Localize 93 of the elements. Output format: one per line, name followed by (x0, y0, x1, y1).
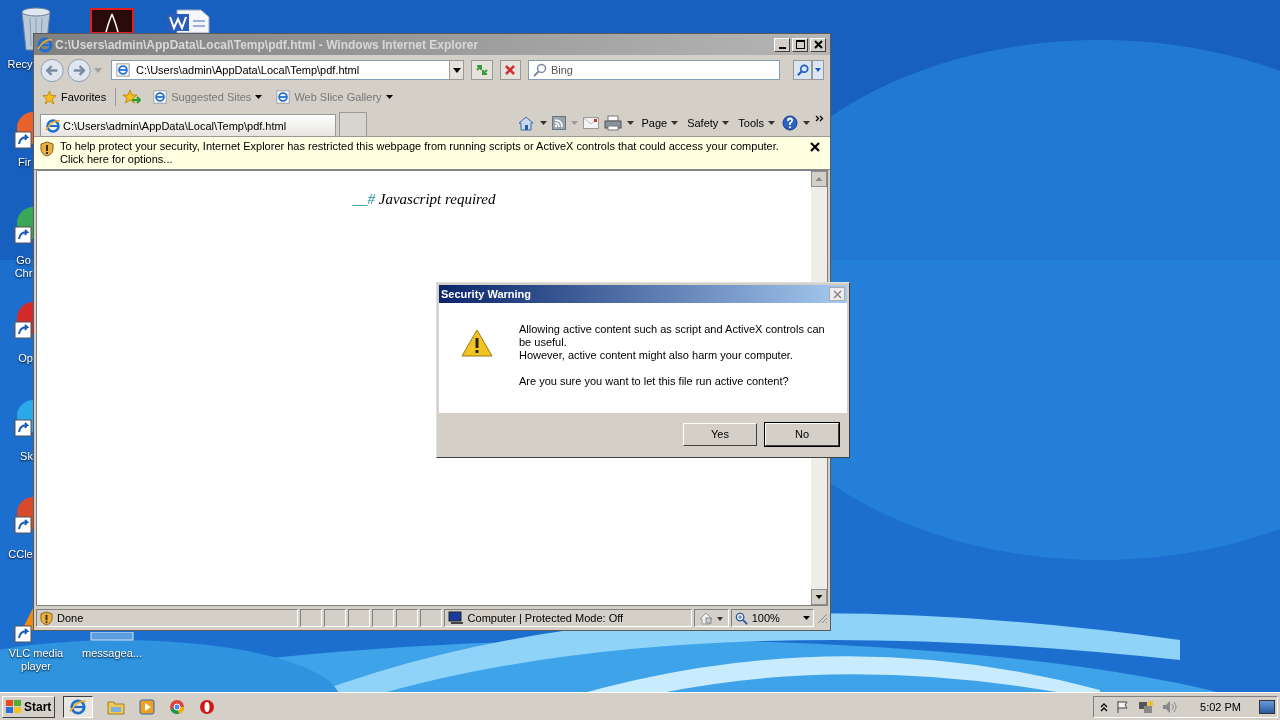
desktop-icon-label[interactable]: Fir (16, 156, 33, 169)
forward-button[interactable] (67, 57, 92, 83)
stop-icon (504, 64, 517, 76)
dialog-message: However, active content might also harm your computer. (519, 349, 794, 362)
caret-icon (768, 120, 775, 125)
word-document-icon[interactable] (165, 8, 211, 33)
search-button[interactable] (792, 60, 813, 80)
dialog-question: Are you sure you want to let this file run active content? (519, 375, 790, 388)
favorites-button[interactable]: Favorites (40, 89, 109, 105)
network-icon[interactable] (1138, 699, 1155, 714)
zoom-button[interactable]: 100% (730, 609, 815, 627)
status-pane (371, 609, 394, 627)
resize-grip-icon[interactable] (816, 612, 829, 624)
minimize-icon (778, 46, 786, 49)
close-icon[interactable] (810, 142, 820, 152)
desktop-icon-label[interactable]: Sk (20, 450, 33, 463)
refresh-button[interactable] (471, 60, 493, 80)
stop-button[interactable] (499, 60, 521, 80)
information-message: To help protect your security, Internet Explorer has restricted this webpage from running scripts or ActiveX controls that could access your computer. Click here for options... (60, 140, 780, 166)
desktop-icon-label[interactable]: Op (18, 352, 33, 365)
warning-icon (461, 329, 493, 357)
desktop-icon-label[interactable]: Recy (7, 58, 33, 71)
caret-icon (803, 616, 811, 620)
caret-icon (722, 120, 730, 125)
house-lock-icon[interactable] (697, 611, 724, 625)
caret-icon[interactable] (627, 120, 635, 125)
desktop-icon-label[interactable]: CCle (8, 548, 33, 561)
close-icon (813, 40, 823, 49)
maximize-icon (795, 40, 805, 49)
star-icon (42, 89, 57, 105)
flag-icon[interactable] (1116, 699, 1131, 714)
status-text: Done (57, 612, 84, 624)
computer-icon (447, 611, 464, 625)
heading-marker: __# (352, 191, 375, 207)
chevron-icon[interactable] (815, 114, 824, 122)
page-message: Javascript required (378, 191, 496, 207)
dialog-button[interactable]: No (765, 422, 839, 446)
search-icon (532, 63, 547, 77)
search-field[interactable]: Bing (527, 60, 780, 80)
back-button[interactable] (40, 57, 65, 83)
window-title: C:\Users\admin\AppData\Local\Temp\pdf.html - Windows Internet Explorer (55, 37, 480, 52)
browser-icon (69, 697, 88, 716)
document-icon[interactable] (90, 8, 134, 33)
clock[interactable]: 5:02 PM (1200, 700, 1241, 713)
command-menu[interactable]: Tools (736, 116, 777, 129)
chrome-icon[interactable] (169, 698, 186, 715)
caret-icon (815, 68, 822, 72)
show-desktop-button[interactable] (1259, 699, 1275, 714)
caret-icon[interactable] (540, 120, 548, 125)
search-options-button[interactable] (812, 60, 824, 80)
scroll-down-icon[interactable] (811, 589, 827, 605)
close-icon (832, 289, 842, 299)
refresh-icon (474, 64, 489, 76)
browser-icon (45, 117, 61, 134)
page-icon (276, 90, 291, 104)
command-menu[interactable]: Page (639, 116, 681, 129)
information-bar[interactable]: To help protect your security, Internet Explorer has restricted this webpage from running scripts or ActiveX controls that could access your computer. Click here for options... (34, 136, 830, 170)
desktop-icon-label[interactable]: Go Chr (14, 254, 33, 280)
minimize-button[interactable] (774, 37, 790, 52)
status-pane (395, 609, 418, 627)
browser-taskbar-button[interactable] (63, 695, 94, 718)
caret-icon (255, 95, 263, 99)
caret-icon (671, 120, 679, 125)
windows-logo-icon (6, 699, 22, 714)
media-player-icon[interactable] (139, 698, 156, 715)
page-icon (153, 90, 168, 104)
search-icon (796, 64, 809, 76)
caret-icon (452, 67, 461, 73)
security-zone: Computer | Protected Mode: Off (467, 612, 624, 624)
caret-icon[interactable] (803, 120, 810, 125)
zoom-icon (734, 611, 748, 625)
caret-icon (385, 95, 393, 99)
address-field[interactable]: C:\Users\admin\AppData\Local\Temp\pdf.html (111, 60, 450, 80)
home-icon[interactable] (517, 114, 536, 131)
show-hidden-icons-icon[interactable] (1100, 701, 1109, 712)
print-icon[interactable] (604, 114, 623, 131)
status-pane (324, 609, 346, 627)
help-icon[interactable] (782, 114, 798, 131)
dialog-title: Security Warning (441, 288, 532, 300)
feeds-icon[interactable] (552, 115, 567, 130)
opera-icon[interactable] (199, 698, 216, 715)
maximize-button[interactable] (792, 37, 808, 52)
command-menu[interactable]: Safety (685, 116, 732, 129)
dialog-button[interactable]: Yes (683, 422, 757, 446)
browser-tab[interactable]: C:\Users\admin\AppData\Local\Temp\pdf.html (40, 114, 336, 136)
browser-icon (37, 36, 53, 53)
mail-icon[interactable] (583, 116, 600, 129)
dialog-message: Allowing active content such as script and ActiveX controls can be useful. (519, 323, 826, 349)
start-button[interactable]: Start (2, 695, 56, 718)
page-icon (116, 63, 131, 77)
status-pane (347, 609, 370, 627)
shield-icon (40, 610, 53, 626)
shield-icon (40, 141, 54, 157)
